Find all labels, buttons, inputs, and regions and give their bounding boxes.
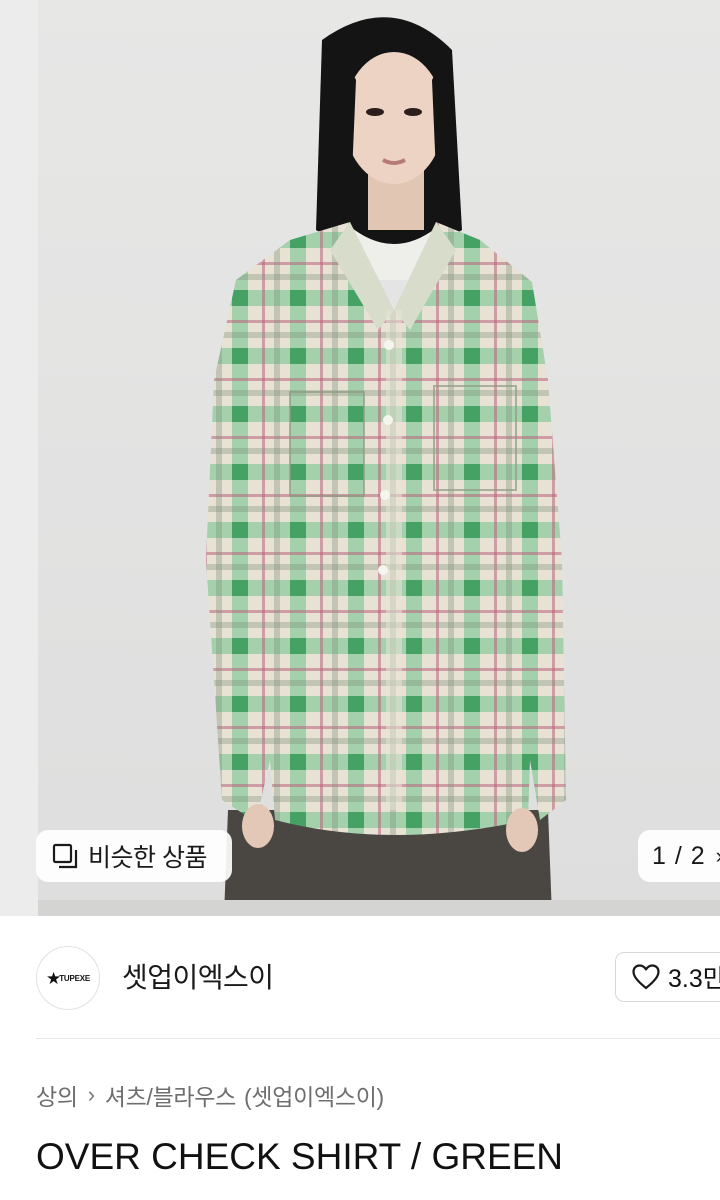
like-count: 3.3만 [668, 965, 720, 993]
breadcrumb-subcategory[interactable]: 셔츠/블라우스 [105, 1078, 237, 1112]
product-image-carousel[interactable]: 비슷한 상품 1 / 2 › [0, 0, 720, 916]
breadcrumb-brand-suffix: (셋업이엑스이) [244, 1084, 384, 1110]
image-counter-text: 1 / 2 [652, 841, 706, 870]
image-counter[interactable]: 1 / 2 › [638, 830, 720, 882]
heart-icon [632, 964, 660, 990]
brand-logo-text: TUPEXE [59, 973, 91, 983]
brand-logo[interactable]: ★ TUPEXE [36, 946, 100, 1010]
similar-products-button[interactable]: 비슷한 상품 [36, 830, 232, 882]
chevron-right-icon: › [716, 843, 720, 869]
section-divider [36, 1038, 720, 1039]
product-photo [38, 0, 720, 916]
breadcrumb-category[interactable]: 상의 [36, 1078, 78, 1112]
brand-name[interactable]: 셋업이엑스이 [122, 956, 274, 996]
chevron-right-icon: › [87, 1082, 95, 1107]
product-title: OVER CHECK SHIRT / GREEN [36, 1136, 564, 1177]
breadcrumb: 상의 › 셔츠/블라우스 (셋업이엑스이) [36, 1078, 384, 1112]
stacked-squares-icon [52, 843, 78, 869]
brand-like-button[interactable]: 3.3만 [615, 952, 720, 1002]
similar-products-label: 비슷한 상품 [88, 844, 207, 872]
